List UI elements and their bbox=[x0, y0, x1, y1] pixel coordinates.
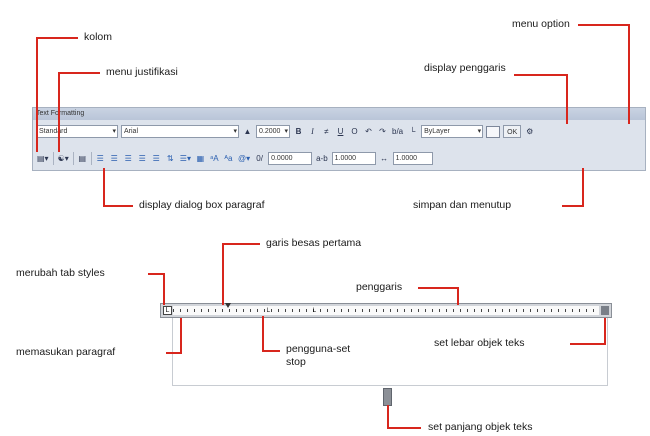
bold-button[interactable]: B bbox=[293, 125, 304, 138]
redo-button[interactable]: ↷ bbox=[377, 125, 388, 138]
annotation-line bbox=[418, 287, 458, 289]
tab-style-button[interactable]: L bbox=[163, 306, 172, 315]
justify-icon[interactable]: ☰ bbox=[137, 152, 148, 165]
annotation-line bbox=[562, 205, 584, 207]
annotation-line bbox=[628, 24, 630, 124]
align-right-icon[interactable]: ☰ bbox=[123, 152, 134, 165]
label-pengguna-set-stop: pengguna-set stop bbox=[286, 343, 351, 368]
annotation-line bbox=[566, 74, 568, 124]
label-menu-justifikasi: menu justifikasi bbox=[106, 66, 178, 78]
align-center-icon[interactable]: ☰ bbox=[109, 152, 120, 165]
uppercase-icon[interactable]: ᵃA bbox=[209, 152, 220, 165]
label-display-penggaris: display penggaris bbox=[424, 62, 506, 74]
columns-icon[interactable]: ▤▾ bbox=[36, 152, 50, 165]
tab-stop-marker[interactable]: └ bbox=[265, 309, 270, 316]
color-select[interactable]: ByLayer bbox=[421, 125, 484, 138]
ruler-scale: └ └ bbox=[173, 303, 599, 316]
annotation-line bbox=[222, 243, 224, 305]
label-display-dialog-box-paragraf: display dialog box paragraf bbox=[139, 199, 265, 211]
annotation-line bbox=[36, 37, 38, 152]
undo-button[interactable]: ↶ bbox=[363, 125, 374, 138]
annotation-line bbox=[570, 343, 606, 345]
label-simpan-dan-menutup: simpan dan menutup bbox=[413, 199, 512, 211]
annotative-icon[interactable]: ▲ bbox=[242, 125, 253, 138]
oblique-angle-input[interactable]: 0.0000 bbox=[268, 152, 313, 165]
annotation-line bbox=[387, 405, 389, 429]
justification-icon[interactable]: ☯▾ bbox=[57, 152, 70, 165]
tab-stop-icon[interactable]: └ bbox=[407, 125, 418, 138]
label-set-panjang-objek-teks: set panjang objek teks bbox=[428, 421, 533, 433]
numbering-icon[interactable]: ☰▾ bbox=[179, 152, 192, 165]
annotation-line bbox=[604, 318, 606, 345]
annotation-line bbox=[103, 168, 105, 206]
line-spacing-icon[interactable]: ⇅ bbox=[165, 152, 176, 165]
label-kolom: kolom bbox=[84, 31, 113, 43]
align-left-icon[interactable]: ☰ bbox=[95, 152, 106, 165]
annotation-line bbox=[262, 316, 264, 351]
ruler-toggle-button[interactable] bbox=[486, 125, 501, 138]
annotation-line bbox=[36, 37, 78, 39]
label-garis-besas-pertama: garis besas pertama bbox=[266, 237, 362, 249]
text-editor-area[interactable] bbox=[172, 318, 608, 386]
tracking-icon: a-b bbox=[316, 154, 328, 163]
width-handle[interactable] bbox=[601, 306, 609, 315]
annotation-line bbox=[103, 205, 133, 207]
annotation-line bbox=[582, 168, 584, 207]
annotation-line bbox=[58, 72, 100, 74]
italic-button[interactable]: I bbox=[307, 125, 318, 138]
label-memasukan-paragraf: memasukan paragraf bbox=[16, 346, 116, 358]
text-height-select[interactable]: 0.2000 bbox=[256, 125, 290, 138]
ruler-ticks bbox=[173, 309, 599, 312]
annotation-line bbox=[148, 273, 164, 275]
oblique-angle-icon: 0/ bbox=[256, 154, 263, 163]
underline-button[interactable]: U bbox=[335, 125, 346, 138]
lowercase-icon[interactable]: ᴬa bbox=[223, 152, 234, 165]
label-merubah-tab-styles: merubah tab styles bbox=[16, 267, 105, 279]
options-button[interactable]: ⚙ bbox=[524, 125, 535, 138]
width-factor-input[interactable]: 1.0000 bbox=[392, 152, 433, 165]
annotation-line bbox=[514, 74, 568, 76]
first-line-indent-marker[interactable] bbox=[225, 303, 231, 308]
annotation-line bbox=[578, 24, 630, 26]
ok-button[interactable]: OK bbox=[503, 125, 522, 138]
symbol-icon[interactable]: @▾ bbox=[237, 152, 251, 165]
strikethrough-icon[interactable]: ≠ bbox=[321, 125, 332, 138]
font-select[interactable]: Arial bbox=[121, 125, 239, 138]
separator bbox=[90, 152, 92, 165]
toolbar-row-2: ▤▾ ☯▾ ▤ ☰ ☰ ☰ ☰ ☰ ⇅ ☰▾ ▦ ᵃA ᴬa @▾ 0/ 0.0… bbox=[36, 150, 642, 167]
annotation-line bbox=[163, 273, 165, 305]
separator bbox=[52, 152, 54, 165]
ruler[interactable]: L └ └ bbox=[160, 303, 612, 318]
style-select[interactable]: Standard bbox=[36, 125, 118, 138]
annotation-line bbox=[387, 427, 421, 429]
annotation-line bbox=[58, 72, 60, 152]
annotation-line bbox=[262, 350, 280, 352]
overline-button[interactable]: O bbox=[349, 125, 360, 138]
paragraph-dialog-icon[interactable]: ▤ bbox=[77, 152, 88, 165]
distribute-icon[interactable]: ☰ bbox=[151, 152, 162, 165]
width-factor-icon: ↔ bbox=[380, 154, 389, 163]
annotation-line bbox=[166, 352, 182, 354]
text-formatting-toolbar: Text Formatting Standard Arial ▲ 0.2000 … bbox=[32, 107, 646, 171]
insert-field-icon[interactable]: ▦ bbox=[195, 152, 206, 165]
annotation-line bbox=[180, 318, 182, 354]
length-handle[interactable] bbox=[383, 388, 392, 406]
toolbar-row-1: Standard Arial ▲ 0.2000 B I ≠ U O ↶ ↷ b/… bbox=[36, 123, 642, 140]
toolbar-title: Text Formatting bbox=[33, 108, 645, 120]
separator bbox=[72, 152, 74, 165]
tracking-input[interactable]: 1.0000 bbox=[331, 152, 376, 165]
tab-stop-marker[interactable]: └ bbox=[311, 309, 316, 316]
annotation-line bbox=[222, 243, 260, 245]
label-set-lebar-objek-teks: set lebar objek teks bbox=[434, 337, 525, 349]
label-menu-option: menu option bbox=[512, 18, 570, 30]
annotation-line bbox=[457, 287, 459, 305]
label-penggaris: penggaris bbox=[356, 281, 403, 293]
stack-button[interactable]: b/a bbox=[391, 125, 404, 138]
